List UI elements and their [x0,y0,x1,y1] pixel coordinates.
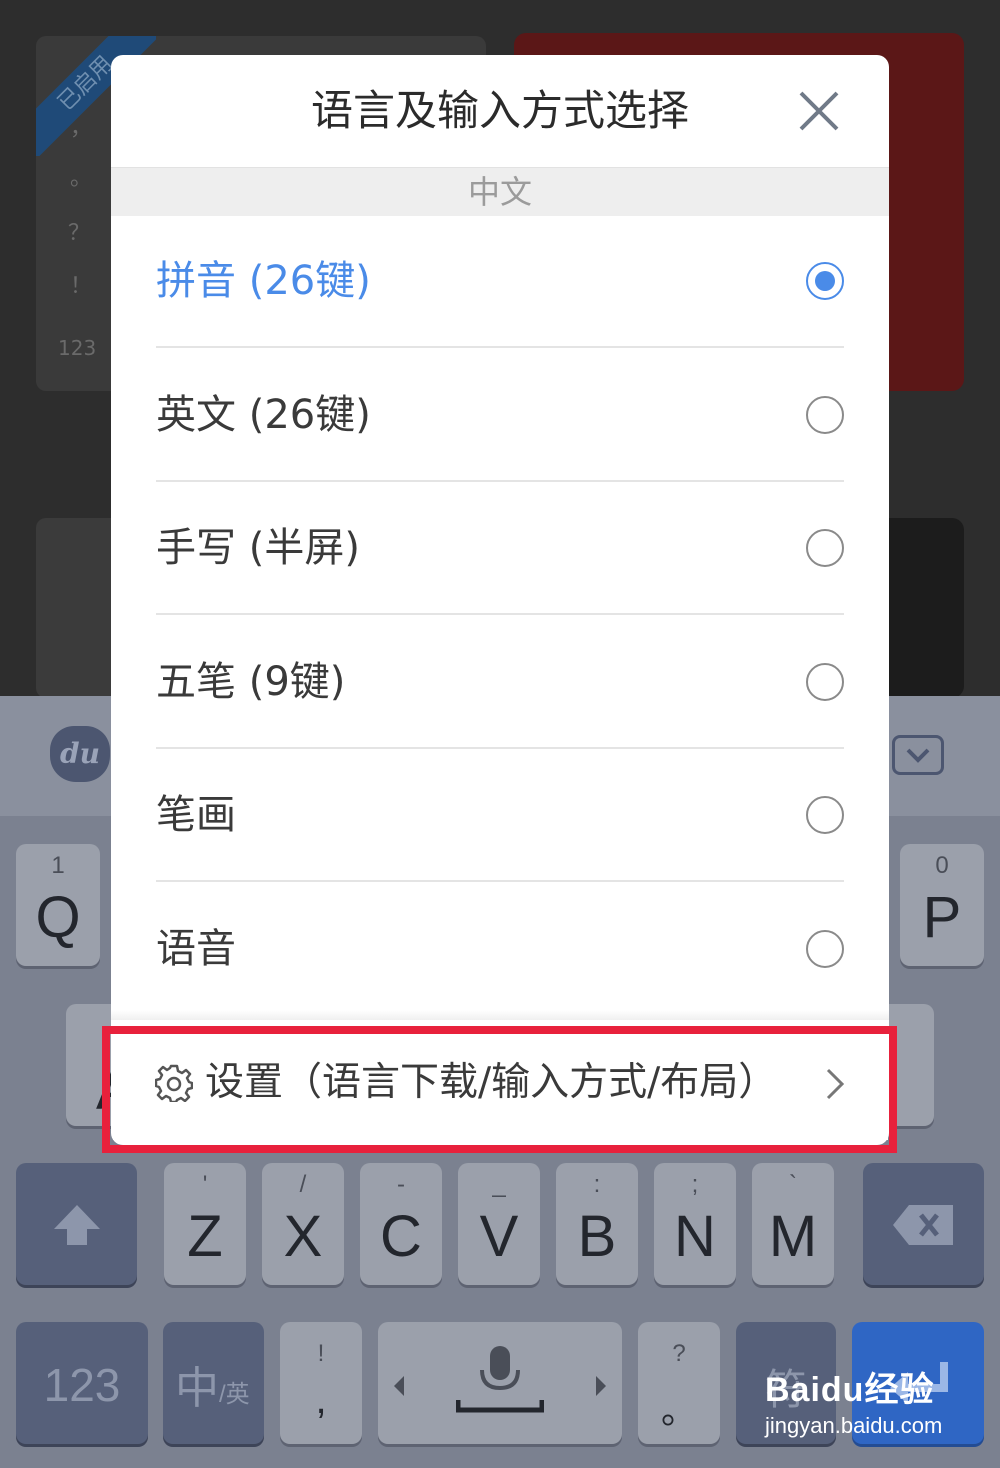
backspace-icon [893,1205,953,1245]
key-q[interactable]: 1 Q [16,844,100,966]
backspace-key[interactable] [863,1163,984,1285]
cursor-left-icon [394,1376,404,1396]
language-switch-key[interactable]: 中 /英 [163,1322,264,1444]
close-button[interactable] [791,83,847,139]
radio-button[interactable] [806,262,844,300]
option-label: 笔画 [156,792,236,838]
du-logo-icon[interactable]: du [50,726,110,782]
option-label: 手写 (半屏) [156,525,360,571]
radio-button[interactable] [806,662,844,701]
language-input-dialog: 语言及输入方式选择 中文 拼音 (26键) 英文 (26键) 手写 (半屏) 五笔 (… [111,55,889,1145]
list-fade [111,1010,889,1020]
dialog-title: 语言及输入方式选择 [310,86,689,135]
key-c[interactable]: -C [360,1163,442,1285]
key-b[interactable]: :B [556,1163,638,1285]
bg-symbol: ， [70,116,93,141]
radio-button[interactable] [806,796,844,834]
bg-numkey: 123 [58,336,97,360]
option-label: 英文 (26键) [156,391,371,438]
radio-button[interactable] [806,395,844,434]
option-label: 拼音 (26键) [156,258,371,304]
input-method-option[interactable]: 拼音 (26键) [156,215,844,348]
input-method-option[interactable]: 笔画 [156,749,844,882]
key-z[interactable]: ' Z [164,1163,246,1285]
highlight-frame [102,1026,897,1153]
cursor-right-icon [596,1376,606,1396]
key-x[interactable]: / X [262,1163,344,1285]
input-method-option[interactable]: 手写 (半屏) [156,482,844,615]
input-method-option[interactable]: 英文 (26键) [156,349,844,482]
key-m[interactable]: ` M [752,1163,834,1285]
bg-symbol: 。 [70,166,93,191]
space-key[interactable] [378,1322,622,1444]
section-header-chinese: 中文 [111,167,889,216]
input-method-option[interactable]: 五笔 (9键) [156,616,844,749]
option-label: 五笔 (9键) [156,658,346,705]
shift-arrow-icon [54,1205,100,1245]
collapse-keyboard-button[interactable] [892,735,944,775]
radio-button[interactable] [806,529,844,567]
bg-symbol: ？ [68,221,91,246]
option-label: 语音 [156,925,236,972]
close-icon [799,91,839,131]
chevron-down-icon [906,748,930,763]
key-n[interactable]: ; N [654,1163,736,1285]
period-key[interactable]: ? 。 [638,1322,720,1444]
comma-key[interactable]: ! , [280,1322,362,1444]
baidu-watermark: Baidu经验 jingyan.baidu.com [765,1371,943,1438]
bg-symbol: ！ [70,274,93,299]
shift-key[interactable] [16,1163,137,1285]
key-v[interactable]: _ V [458,1163,540,1285]
input-method-option[interactable]: 语音 [156,883,844,1016]
microphone-icon [456,1346,544,1413]
numbers-key[interactable]: 123 [16,1322,148,1444]
key-p[interactable]: 0 P [900,844,984,966]
radio-button[interactable] [806,929,844,968]
